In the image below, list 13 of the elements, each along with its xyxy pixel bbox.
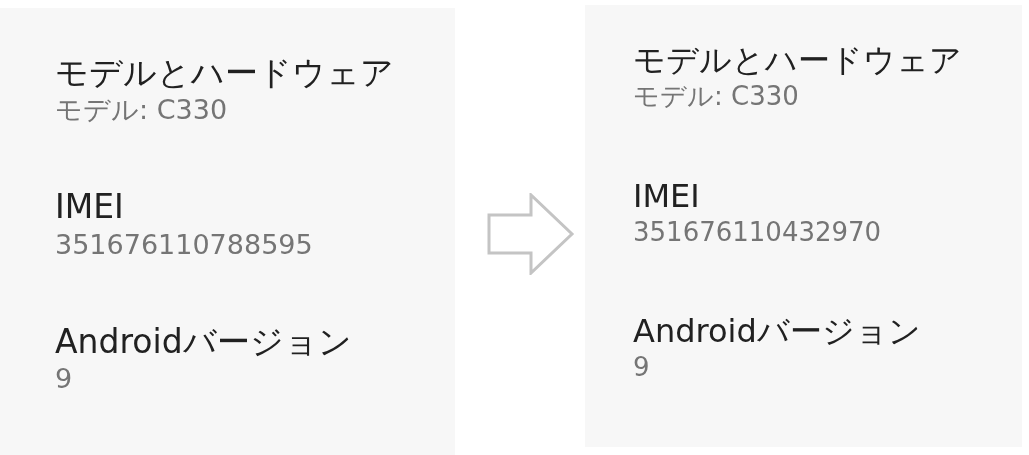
right-arrow-icon: [487, 193, 575, 275]
setting-title: モデルとハードウェア: [55, 52, 395, 94]
setting-title: Androidバージョン: [633, 311, 922, 352]
setting-title: IMEI: [55, 186, 125, 228]
setting-title: モデルとハードウェア: [633, 40, 963, 80]
setting-value: 9: [633, 351, 651, 384]
setting-value: 9: [55, 361, 74, 396]
setting-title: IMEI: [633, 175, 701, 216]
setting-value: モデル: C330: [633, 80, 800, 113]
setting-value: モデル: C330: [55, 93, 229, 127]
setting-value: 351676110432970: [633, 215, 883, 249]
setting-value: 351676110788595: [55, 227, 314, 262]
setting-title: Androidバージョン: [55, 320, 353, 362]
